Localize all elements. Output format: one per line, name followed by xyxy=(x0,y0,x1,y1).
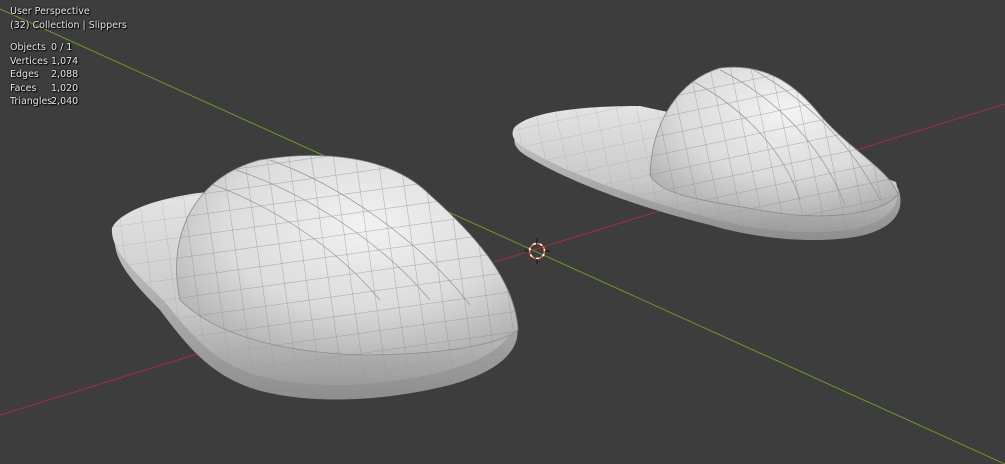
stat-vertices: Vertices 1,074 xyxy=(10,55,127,69)
stat-value: 1,020 xyxy=(51,82,79,94)
right-slipper-mesh[interactable] xyxy=(512,50,920,241)
stat-label: Faces xyxy=(10,82,37,94)
stat-value: 0 / 1 xyxy=(51,42,73,53)
stat-objects: Objects 0 / 1 xyxy=(10,41,127,55)
collection-info: (32) Collection | Slippers xyxy=(10,19,127,31)
stat-triangles: Triangles 2,040 xyxy=(10,95,127,109)
scene-statistics: Objects 0 / 1 Vertices 1,074 Edges 2,088… xyxy=(10,41,127,109)
viewport-info-overlay: User Perspective (32) Collection | Slipp… xyxy=(10,5,127,109)
stat-faces: Faces 1,020 xyxy=(10,82,127,96)
stat-label: Edges xyxy=(10,69,39,80)
stat-value: 2,040 xyxy=(51,96,79,107)
3d-cursor-icon[interactable] xyxy=(524,238,550,264)
stat-label: Vertices xyxy=(10,55,48,67)
viewport-scene[interactable] xyxy=(0,0,1005,464)
view-name: User Perspective xyxy=(10,6,90,17)
3d-viewport[interactable]: User Perspective (32) Collection | Slipp… xyxy=(0,0,1005,464)
stat-label: Objects xyxy=(10,42,46,53)
stat-label: Triangles xyxy=(10,96,53,107)
stat-value: 1,074 xyxy=(51,55,79,67)
stat-value: 2,088 xyxy=(51,69,79,80)
stat-edges: Edges 2,088 xyxy=(10,68,127,82)
